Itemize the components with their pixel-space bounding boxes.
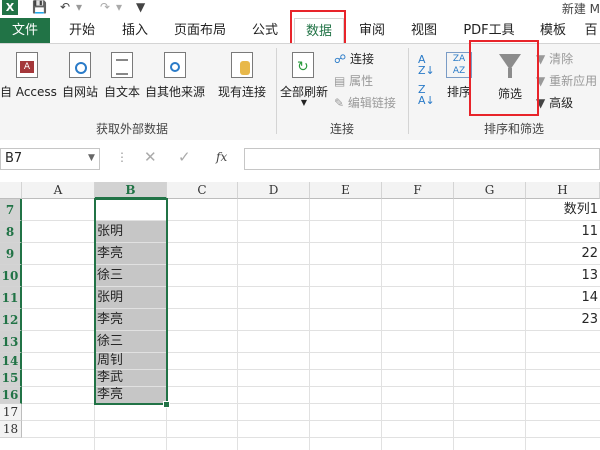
- fill-handle[interactable]: [163, 401, 170, 408]
- column-header-d[interactable]: D: [238, 182, 310, 199]
- row-header-17[interactable]: 17: [0, 404, 22, 421]
- cell-h11[interactable]: 14: [526, 287, 598, 308]
- row-header-13[interactable]: 13: [0, 331, 22, 353]
- cell-h12[interactable]: 23: [526, 309, 598, 330]
- edit-links-button[interactable]: ✎ 编辑链接: [334, 94, 396, 111]
- column-header-g[interactable]: G: [454, 182, 526, 199]
- clear-button[interactable]: ▼ 清除: [536, 50, 573, 67]
- ribbon-separator: [408, 48, 409, 134]
- select-all-corner[interactable]: [0, 182, 22, 199]
- connections-icon: ☍: [334, 52, 347, 66]
- tab-view[interactable]: 视图: [398, 18, 450, 43]
- column-header-c[interactable]: C: [167, 182, 238, 199]
- column-header-b[interactable]: B: [95, 182, 167, 199]
- formula-input[interactable]: [244, 148, 600, 170]
- text-file-icon: [116, 59, 128, 75]
- column-header-f[interactable]: F: [382, 182, 454, 199]
- cell-h10[interactable]: 13: [526, 265, 598, 286]
- advanced-button[interactable]: ▼ 高级: [536, 94, 573, 111]
- cell-h7[interactable]: 数列1: [526, 199, 598, 220]
- ribbon-separator: [276, 48, 277, 134]
- sort-az-icon[interactable]: A Z↓: [418, 54, 435, 76]
- column-header-e[interactable]: E: [310, 182, 382, 199]
- selection-range: [94, 198, 168, 405]
- connections-button[interactable]: ☍ 连接: [334, 50, 374, 67]
- excel-app-icon: X: [2, 0, 18, 15]
- tab-formulas[interactable]: 公式: [238, 18, 292, 43]
- undo-dropdown-icon[interactable]: ▾: [76, 0, 82, 14]
- data-tab-highlight: [290, 10, 346, 46]
- group-label-connections: 连接: [330, 122, 355, 136]
- access-icon: A: [20, 61, 34, 73]
- insert-function-icon[interactable]: fx: [216, 150, 227, 164]
- reapply-button[interactable]: ▼ 重新应用: [536, 72, 597, 89]
- window-title: 新建 M: [561, 2, 600, 16]
- tab-more[interactable]: 百: [582, 18, 600, 43]
- edit-links-icon: ✎: [334, 96, 345, 110]
- tab-page-layout[interactable]: 页面布局: [162, 18, 238, 43]
- enter-icon[interactable]: ✓: [178, 148, 191, 166]
- row-header-10[interactable]: 10: [0, 265, 22, 287]
- chevron-down-icon: ▼: [300, 98, 308, 107]
- row-header-16[interactable]: 16: [0, 387, 22, 404]
- column-header-h[interactable]: H: [526, 182, 600, 199]
- redo-dropdown-icon[interactable]: ▾: [116, 0, 122, 14]
- refresh-icon: ↻: [297, 59, 309, 75]
- row-header-15[interactable]: 15: [0, 370, 22, 387]
- row-header-14[interactable]: 14: [0, 353, 22, 370]
- column-header-a[interactable]: A: [22, 182, 95, 199]
- cell-h8[interactable]: 11: [526, 221, 598, 242]
- save-icon[interactable]: 💾: [32, 0, 47, 14]
- tab-file[interactable]: 文件: [0, 18, 50, 43]
- name-box-dropdown-icon[interactable]: ▼: [88, 153, 95, 163]
- more-icon: ⋮: [116, 150, 128, 164]
- row-header-9[interactable]: 9: [0, 243, 22, 265]
- group-label-sort-filter: 排序和筛选: [484, 122, 545, 136]
- row-header-7[interactable]: 7: [0, 199, 22, 221]
- properties-button[interactable]: ▤ 属性: [334, 72, 373, 89]
- worksheet-grid[interactable]: A B C D E F G H 7 8 9 10 11 12 13 14 15 …: [0, 182, 600, 450]
- row-header-11[interactable]: 11: [0, 287, 22, 309]
- row-header-8[interactable]: 8: [0, 221, 22, 243]
- name-box[interactable]: B7: [0, 148, 100, 170]
- group-label-external-data: 获取外部数据: [96, 122, 169, 136]
- tab-home[interactable]: 开始: [56, 18, 108, 43]
- existing-connections-icon: [240, 61, 250, 75]
- undo-icon[interactable]: ↶: [60, 0, 70, 14]
- tab-review[interactable]: 审阅: [346, 18, 398, 43]
- filter-highlight: [469, 40, 539, 116]
- sort-za-icon[interactable]: Z A↓: [418, 84, 435, 106]
- other-sources-icon: [170, 62, 180, 72]
- cell-h9[interactable]: 22: [526, 243, 598, 264]
- redo-icon[interactable]: ↷: [100, 0, 110, 14]
- tab-insert[interactable]: 插入: [108, 18, 162, 43]
- cancel-icon[interactable]: ✕: [144, 148, 157, 166]
- properties-icon: ▤: [334, 74, 346, 88]
- row-header-12[interactable]: 12: [0, 309, 22, 331]
- globe-icon: [75, 62, 87, 74]
- customize-qat-icon[interactable]: ▼: [136, 0, 145, 14]
- row-header-18[interactable]: 18: [0, 421, 22, 438]
